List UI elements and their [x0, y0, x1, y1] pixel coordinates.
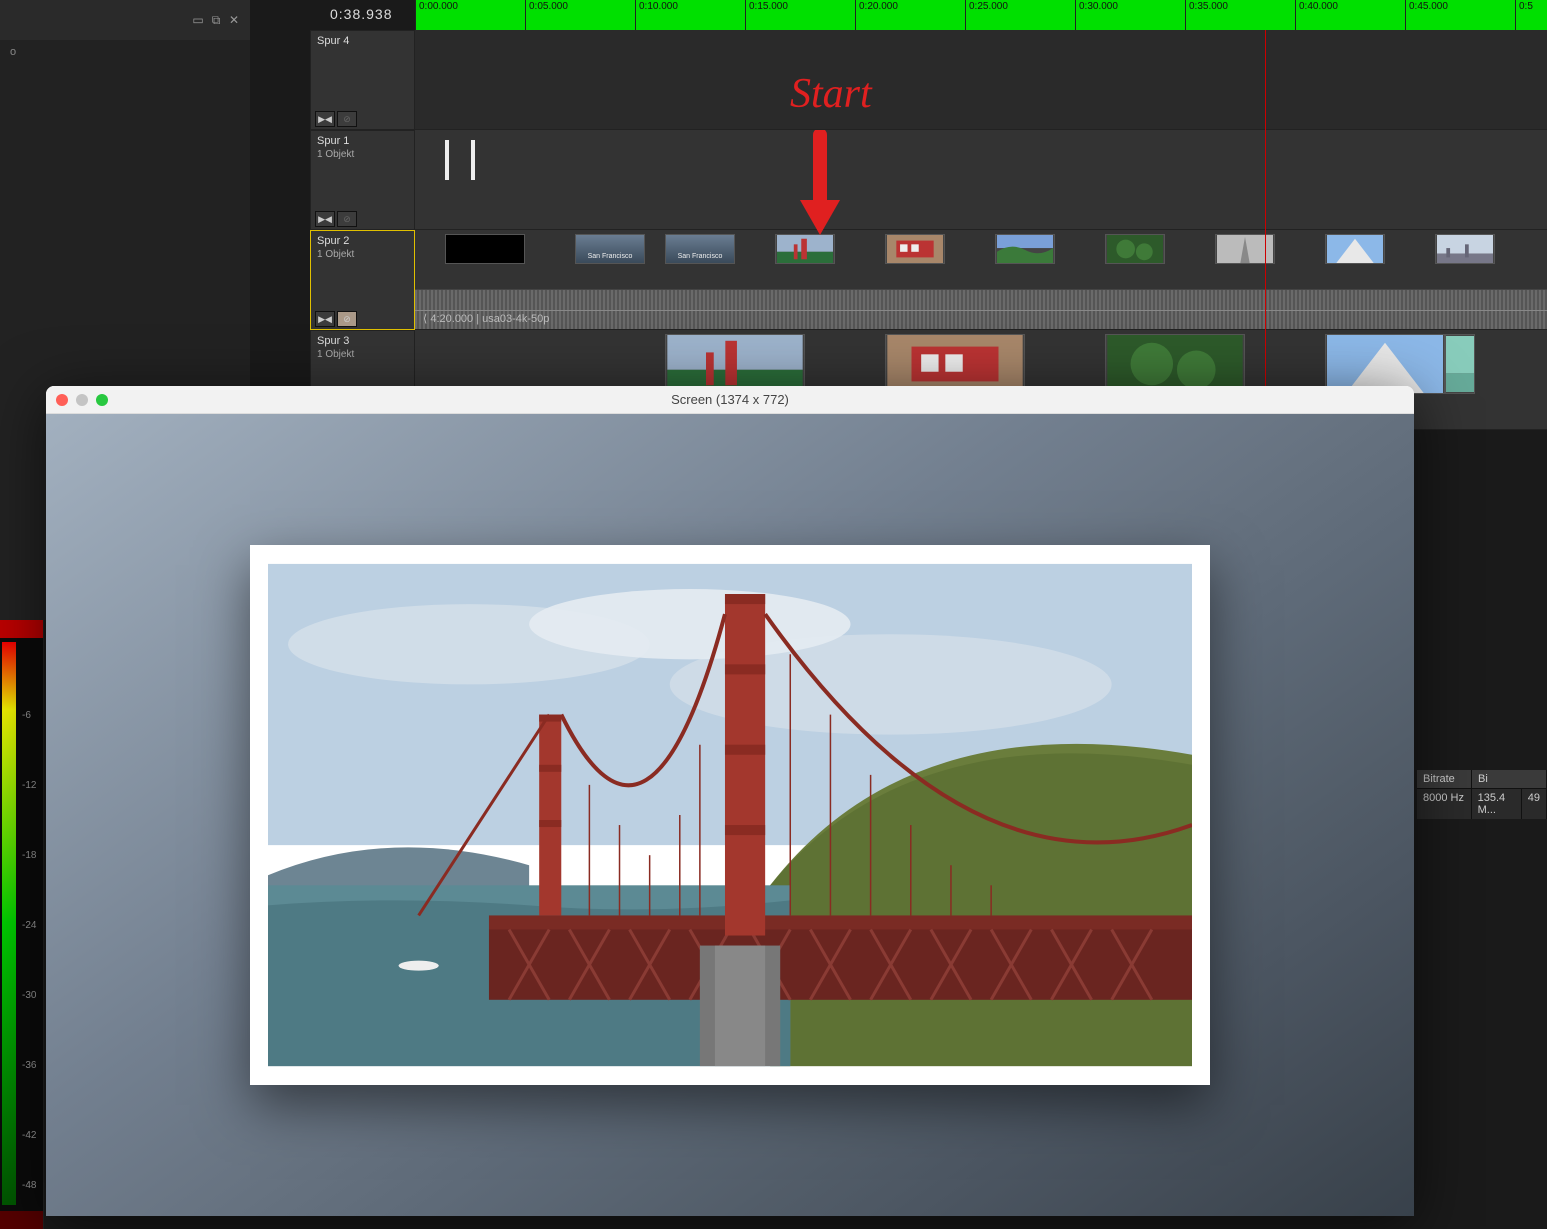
- track-name: Spur 4: [317, 35, 408, 47]
- preview-photo-frame: [250, 545, 1210, 1085]
- track-headers: Spur 4 ▶◀ ⊘ Spur 1 1 Objekt ▶◀ ⊘ Spur 2 …: [310, 30, 415, 430]
- ruler-tick: 0:40.000: [1295, 0, 1338, 30]
- media-info-table: Bitrate Bi 8000 Hz 135.4 M... 49: [1417, 770, 1547, 819]
- ruler-tick: 0:00.000: [415, 0, 458, 30]
- ruler-tick: 0:25.000: [965, 0, 1008, 30]
- track-sub: 1 Objekt: [317, 349, 408, 360]
- clip-black[interactable]: [445, 234, 525, 264]
- audio-meter: -6 -12 -18 -24 -30 -36 -42 -48: [0, 620, 44, 1229]
- track-name: Spur 3: [317, 335, 408, 347]
- open-icon[interactable]: ⧉: [208, 12, 224, 28]
- track-head-4[interactable]: Spur 4 ▶◀ ⊘: [310, 30, 415, 130]
- clip-thumb-hills[interactable]: [995, 234, 1055, 264]
- ruler-tick: 0:35.000: [1185, 0, 1228, 30]
- ruler-tick: 0:30.000: [1075, 0, 1118, 30]
- clip-thumb-building[interactable]: [1325, 234, 1385, 264]
- meter-tick: -6: [22, 710, 31, 721]
- track-sub: 1 Objekt: [317, 149, 408, 160]
- col-bitrate[interactable]: Bitrate: [1417, 770, 1472, 788]
- clip-thumb-cablecar[interactable]: [885, 234, 945, 264]
- meter-tick: -18: [22, 850, 36, 861]
- clip-thumb-skyline[interactable]: [1435, 234, 1495, 264]
- meter-tick: -30: [22, 990, 36, 1001]
- track-sub: 1 Objekt: [317, 249, 408, 260]
- track-mute-icon[interactable]: ▶◀: [315, 311, 335, 327]
- timeline-ruler[interactable]: 0:00.000 0:05.000 0:10.000 0:15.000 0:20…: [415, 0, 1547, 30]
- ruler-tick: 0:45.000: [1405, 0, 1448, 30]
- clip-titlecard[interactable]: San Francisco: [665, 234, 735, 264]
- annotation-start: Start: [790, 70, 872, 118]
- track-mute-icon[interactable]: ▶◀: [315, 211, 335, 227]
- ruler-tick: 0:15.000: [745, 0, 788, 30]
- clip-marker[interactable]: [445, 140, 475, 180]
- cell-bitrate: 135.4 M...: [1472, 789, 1522, 819]
- zoom-icon[interactable]: [96, 394, 108, 406]
- cell-samplerate: 8000 Hz: [1417, 789, 1472, 819]
- preview-window[interactable]: Screen (1374 x 772): [46, 386, 1414, 1216]
- table-row[interactable]: 8000 Hz 135.4 M... 49: [1417, 789, 1547, 819]
- clip-titlecard[interactable]: San Francisco: [575, 234, 645, 264]
- close-icon[interactable]: [56, 394, 68, 406]
- ruler-tick: 0:20.000: [855, 0, 898, 30]
- clip-thumb-building[interactable]: [1325, 334, 1445, 394]
- clip-thumb-trees[interactable]: [1105, 334, 1245, 394]
- lane-spur2[interactable]: San Francisco San Francisco ⟨ 4:20.000 |…: [415, 230, 1547, 330]
- meter-tick: -12: [22, 780, 36, 791]
- timeline-lanes: San Francisco San Francisco ⟨ 4:20.000 |…: [415, 30, 1547, 430]
- window-controls: [56, 394, 108, 406]
- track-name: Spur 1: [317, 135, 408, 147]
- lane-spur4[interactable]: [415, 30, 1547, 130]
- minimize-icon[interactable]: [76, 394, 88, 406]
- preview-title: Screen (1374 x 772): [46, 392, 1414, 407]
- preview-image-bridge: [268, 563, 1192, 1067]
- ruler-tick: 0:5: [1515, 0, 1533, 30]
- folder-icon[interactable]: ▭: [190, 12, 206, 28]
- preview-titlebar[interactable]: Screen (1374 x 772): [46, 386, 1414, 414]
- ruler-tick: 0:10.000: [635, 0, 678, 30]
- meter-tick: -36: [22, 1060, 36, 1071]
- meter-tick: -42: [22, 1130, 36, 1141]
- clip-thumb-trees[interactable]: [1105, 234, 1165, 264]
- meter-peak[interactable]: [0, 1211, 43, 1229]
- panel-tab[interactable]: o: [0, 40, 250, 64]
- cell-bi: 49: [1522, 789, 1547, 819]
- track-mute-icon[interactable]: ▶◀: [315, 111, 335, 127]
- track-head-2[interactable]: Spur 2 1 Objekt ▶◀ ⊘: [310, 230, 415, 330]
- track-disable-icon[interactable]: ⊘: [337, 311, 357, 327]
- clip-audio-waveform[interactable]: [415, 289, 1547, 329]
- meter-tick: -24: [22, 920, 36, 931]
- clip-thumb-edge[interactable]: [1445, 334, 1475, 394]
- project-toolbar: ▭ ⧉ ✕: [0, 0, 250, 40]
- clip-info-label: ⟨ 4:20.000 | usa03-4k-50p: [423, 312, 549, 325]
- annotation-arrow-icon: [795, 130, 845, 240]
- meter-clip-indicator[interactable]: [0, 620, 43, 638]
- clip-thumb-stairs[interactable]: [1215, 234, 1275, 264]
- track-name: Spur 2: [317, 235, 408, 247]
- track-disable-icon[interactable]: ⊘: [337, 211, 357, 227]
- playhead[interactable]: [1265, 30, 1266, 430]
- clip-thumb-cablecar[interactable]: [885, 334, 1025, 394]
- lane-spur1[interactable]: [415, 130, 1547, 230]
- meter-tick: -48: [22, 1180, 36, 1191]
- close-icon[interactable]: ✕: [226, 12, 242, 28]
- current-timecode[interactable]: 0:38.938: [330, 6, 393, 22]
- track-head-1[interactable]: Spur 1 1 Objekt ▶◀ ⊘: [310, 130, 415, 230]
- clip-thumb-bridge[interactable]: [665, 334, 805, 394]
- preview-body: [46, 414, 1414, 1216]
- meter-gradient: [2, 642, 16, 1205]
- track-disable-icon[interactable]: ⊘: [337, 111, 357, 127]
- ruler-tick: 0:05.000: [525, 0, 568, 30]
- col-bi[interactable]: Bi: [1472, 770, 1547, 788]
